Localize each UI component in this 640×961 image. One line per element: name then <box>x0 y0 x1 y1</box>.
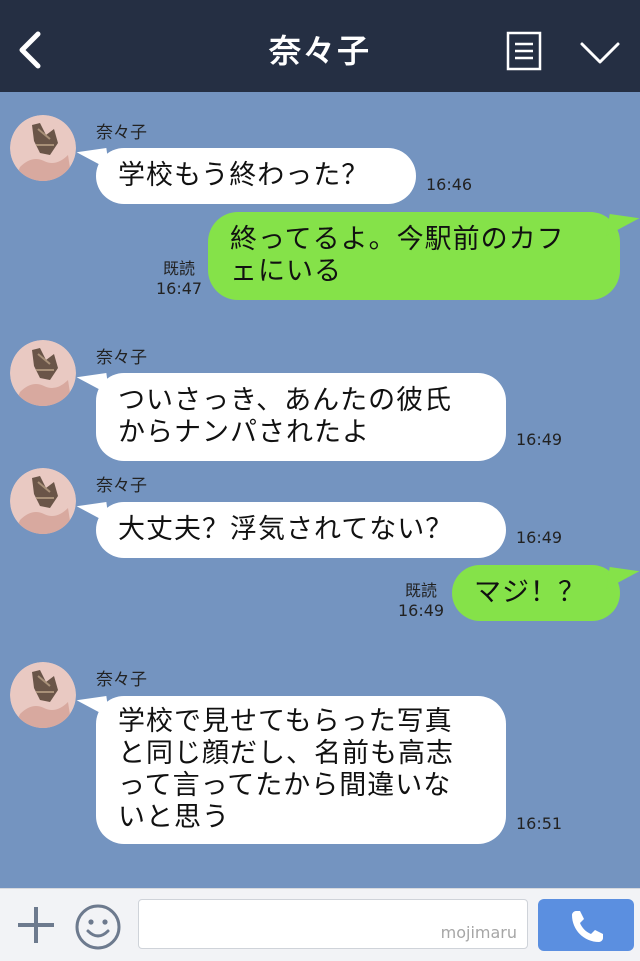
message-bubble-outgoing[interactable]: マジ！？ <box>452 565 620 621</box>
message-text: 学校で見せてもらった写真 と同じ顔だし、名前も高志 って言ってたから間違いな い… <box>118 706 454 833</box>
read-receipt: 既読 16:49 <box>398 581 444 621</box>
plus-icon <box>18 907 54 943</box>
message-bubble-incoming[interactable]: 大丈夫？浮気されてない？ <box>96 502 506 558</box>
message-bubble-incoming[interactable]: 学校もう終わった？ <box>96 148 416 204</box>
collapse-button[interactable] <box>578 36 622 68</box>
message-text: 大丈夫？浮気されてない？ <box>118 514 454 545</box>
message-input[interactable]: mojimaru <box>138 899 528 949</box>
avatar[interactable] <box>10 468 76 534</box>
phone-icon <box>572 911 603 942</box>
input-bar: mojimaru <box>0 888 640 961</box>
add-attachment-button[interactable] <box>16 905 56 945</box>
message-text: 学校もう終わった？ <box>118 160 370 191</box>
chat-title: 奈々子 <box>268 32 371 70</box>
emoji-button[interactable] <box>74 903 122 951</box>
menu-list-icon <box>506 31 542 71</box>
message-bubble-outgoing[interactable]: 終ってるよ。今駅前のカフ ェにいる <box>208 212 620 300</box>
message-time: 16:49 <box>398 601 445 620</box>
sender-name: 奈々子 <box>96 348 147 368</box>
message-bubble-incoming[interactable]: ついさっき、あんたの彼氏 からナンパされたよ <box>96 373 506 461</box>
message-bubble-incoming[interactable]: 学校で見せてもらった写真 と同じ顔だし、名前も高志 って言ってたから間違いな い… <box>96 696 506 844</box>
message-time: 16:51 <box>516 814 563 833</box>
message-text: ついさっき、あんたの彼氏 からナンパされたよ <box>118 385 453 448</box>
smiley-icon <box>75 904 121 950</box>
read-receipt: 既読 16:47 <box>156 259 202 299</box>
chat-header: 奈々子 <box>0 0 640 92</box>
read-label: 既読 <box>404 581 437 600</box>
message-text: 終ってるよ。今駅前のカフ ェにいる <box>230 224 565 287</box>
message-text: マジ！？ <box>474 577 586 608</box>
chevron-down-icon <box>580 42 620 64</box>
avatar[interactable] <box>10 662 76 728</box>
message-time: 16:49 <box>516 430 563 449</box>
chat-area[interactable]: 奈々子 学校もう終わった？ 16:46 既読 16:47 終ってるよ。今駅前のカ… <box>0 92 640 888</box>
sender-name: 奈々子 <box>96 476 147 496</box>
menu-button[interactable] <box>506 31 542 71</box>
avatar[interactable] <box>10 115 76 181</box>
message-time: 16:46 <box>426 175 473 194</box>
message-time: 16:49 <box>516 528 563 547</box>
sender-name: 奈々子 <box>96 670 147 690</box>
message-time: 16:47 <box>156 279 203 298</box>
read-label: 既読 <box>162 259 195 278</box>
call-button[interactable] <box>538 899 634 951</box>
avatar[interactable] <box>10 340 76 406</box>
watermark: mojimaru <box>440 923 517 942</box>
sender-name: 奈々子 <box>96 123 147 143</box>
